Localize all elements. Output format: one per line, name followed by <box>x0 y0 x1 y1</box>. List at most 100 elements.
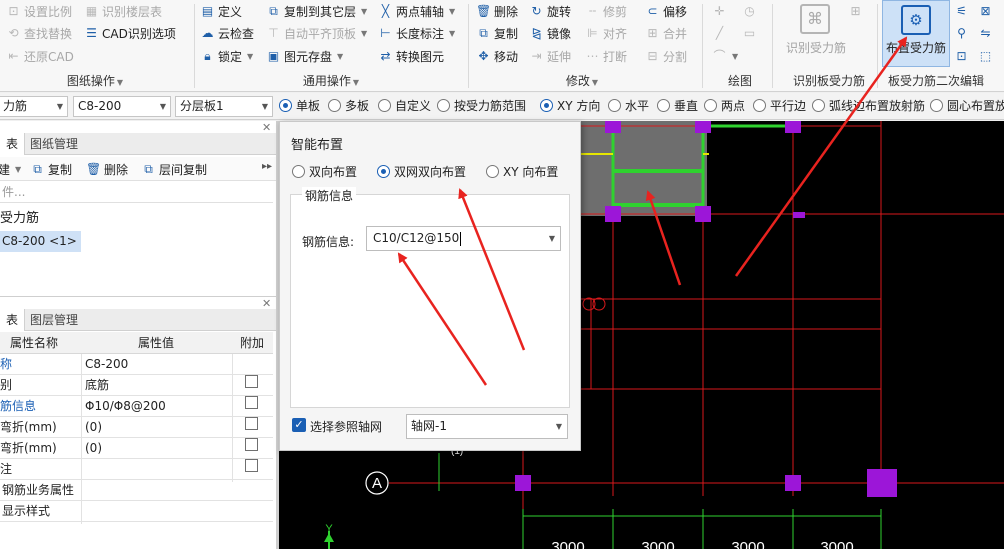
tab-drawing-management[interactable]: 图纸管理 <box>24 133 84 155</box>
option-xy-direction[interactable]: XY 向布置 <box>486 163 558 180</box>
radio-arc-edge-radial[interactable]: 弧线边布置放射筋 <box>812 97 925 114</box>
attach-checkbox[interactable] <box>245 417 258 430</box>
component-search-input[interactable]: 件... <box>0 182 273 203</box>
set-scale-button[interactable]: ⊡ 设置比例 <box>6 1 72 21</box>
close-icon[interactable]: ✕ <box>262 297 271 310</box>
radio-parallel-edge[interactable]: 平行边 <box>753 97 806 114</box>
axis-grid-select[interactable]: 轴网-1 ▼ <box>406 414 568 439</box>
radio-two-points[interactable]: 两点 <box>704 97 745 114</box>
group-label-drawing-ops[interactable]: 图纸操作 ▼ <box>60 72 130 89</box>
property-value[interactable]: C8-200 <box>85 354 128 374</box>
tree-item-selected[interactable]: C8-200 <1> <box>0 231 81 252</box>
rebar-info-input[interactable]: C10/C12@150 ▼ <box>366 226 561 251</box>
radio-rebar-range[interactable]: 按受力筋范围 <box>437 97 526 114</box>
attach-checkbox[interactable] <box>245 459 258 472</box>
radio-vertical[interactable]: 垂直 <box>657 97 698 114</box>
convert-icon: ⇄ <box>380 48 391 63</box>
chevron-down-icon[interactable]: ▼ <box>549 227 555 250</box>
property-row[interactable]: 钢筋业务属性 <box>0 480 273 501</box>
select-rebar-button[interactable]: ⬚ <box>978 46 993 66</box>
property-value[interactable]: Φ10/Φ8@200 <box>85 396 166 416</box>
group-label-common-ops[interactable]: 通用操作 ▼ <box>296 72 366 89</box>
trim-button[interactable]: ╌ 修剪 <box>585 1 627 21</box>
option-double-mesh-two-way[interactable]: 双网双向布置 <box>377 163 466 180</box>
rotate-button[interactable]: ↻ 旋转 <box>529 1 571 21</box>
ucs-y-label: Y <box>325 523 333 535</box>
radio-center-radial[interactable]: 圆心布置放 <box>930 97 1004 114</box>
split-button[interactable]: ⊟ 分割 <box>645 46 687 66</box>
property-value[interactable]: (0) <box>85 417 102 437</box>
restore-cad-button[interactable]: ⇤ 还原CAD <box>6 46 73 66</box>
radio-multi-board[interactable]: 多板 <box>328 97 369 114</box>
group-label-draw: 绘图 <box>727 74 752 88</box>
auto-align-top-button[interactable]: ⊤ 自动平齐顶板 ▼ <box>266 23 367 43</box>
radio-custom[interactable]: 自定义 <box>378 97 431 114</box>
dimension-label: 3000 <box>551 539 584 549</box>
recognize-extra-button[interactable]: ⊞ <box>848 1 863 21</box>
radio-dot <box>486 165 499 178</box>
axis-reference-checkbox[interactable]: ✓ <box>292 418 306 432</box>
new-component-button[interactable]: 建 ▼ <box>0 159 21 179</box>
place-rebar-button[interactable]: ⚙ 布置受力筋 <box>882 0 950 67</box>
copy-button[interactable]: ⧉ 复制 <box>476 23 518 43</box>
length-dimension-button[interactable]: ⊢ 长度标注 ▼ <box>378 23 455 43</box>
move-button[interactable]: ✥ 移动 <box>476 46 518 66</box>
draw-arc-button[interactable]: ⌒ ▼ <box>712 46 738 66</box>
radio-xy-direction[interactable]: XY 方向 <box>540 97 600 114</box>
cad-recognize-options-button[interactable]: ☰ CAD识别选项 <box>84 23 176 43</box>
property-row[interactable]: 显示样式 <box>0 501 273 522</box>
more-arrow-icon[interactable]: ▸▸ <box>262 161 272 172</box>
move-icon: ✥ <box>478 48 489 63</box>
view-rebar-button[interactable]: ⊠ <box>978 1 993 21</box>
dimension-label: 3000 <box>820 539 853 549</box>
property-table-header: 属性名称 属性值 附加 <box>0 332 273 354</box>
copy-component-button[interactable]: ⧉ 复制 <box>30 159 72 179</box>
radio-horizontal[interactable]: 水平 <box>608 97 649 114</box>
rebar-spec-select[interactable]: C8-200 ▼ <box>73 96 171 117</box>
two-point-aux-axis-button[interactable]: ╳ 两点辅轴 ▼ <box>378 1 455 21</box>
copy-to-other-floor-button[interactable]: ⧉ 复制到其它层 ▼ <box>266 1 367 21</box>
attach-checkbox[interactable] <box>245 438 258 451</box>
property-value[interactable]: 底筋 <box>85 375 109 395</box>
recognize-rebar-button[interactable]: ⌘ 识别受力筋 <box>784 2 848 58</box>
mirror-button[interactable]: ⧎ 镜像 <box>529 23 571 43</box>
draw-line-button[interactable]: ╱ <box>712 23 727 43</box>
option-two-way[interactable]: 双向布置 <box>292 163 357 180</box>
edit-rebar-button[interactable]: ⚟ <box>954 1 969 21</box>
align-button[interactable]: ⊫ 对齐 <box>585 23 627 43</box>
draw-rect-button[interactable]: ▭ <box>742 23 757 43</box>
draw-circle-button[interactable]: ◷ <box>742 1 757 21</box>
property-value[interactable]: (0) <box>85 438 102 458</box>
tree-root-item[interactable]: 受力筋 <box>0 207 39 226</box>
merge-button[interactable]: ⊞ 合并 <box>645 23 687 43</box>
tab-component-list[interactable]: 表 <box>0 133 26 155</box>
query-rebar-button[interactable]: ⚲ <box>954 23 969 43</box>
copy-between-floors-button[interactable]: ⧉ 层间复制 <box>141 159 207 179</box>
define-button[interactable]: ▤ 定义 <box>200 1 242 21</box>
layer-select[interactable]: 分层板1 ▼ <box>175 96 273 117</box>
exchange-rebar-button[interactable]: ⇋ <box>978 23 993 43</box>
rectangle-icon: ▭ <box>743 25 756 40</box>
draw-point-button[interactable]: ✛ <box>712 1 727 21</box>
delete-component-button[interactable]: 🗑︎ 删除 <box>86 159 128 179</box>
layout-rebar-button[interactable]: ⊡ <box>954 46 969 66</box>
lock-button[interactable]: 🔒︎ 锁定 ▼ <box>200 46 253 66</box>
break-button[interactable]: ⋯ 打断 <box>585 46 628 66</box>
recognize-floor-table-button[interactable]: ▦ 识别楼层表 <box>84 1 162 21</box>
radio-single-board[interactable]: 单板 <box>279 97 320 114</box>
cloud-check-button[interactable]: ☁ 云检查 <box>200 23 255 43</box>
close-icon[interactable]: ✕ <box>262 121 271 134</box>
attach-checkbox[interactable] <box>245 396 258 409</box>
convert-element-button[interactable]: ⇄ 转换图元 <box>378 46 444 66</box>
find-replace-button[interactable]: ⟲ 查找替换 <box>6 23 72 43</box>
tab-property-list[interactable]: 表 <box>0 309 26 331</box>
save-element-button[interactable]: ▣ 图元存盘 ▼ <box>266 46 343 66</box>
tab-layer-management[interactable]: 图层管理 <box>24 309 84 331</box>
delete-button[interactable]: 🗑︎ 删除 <box>476 1 518 21</box>
radio-dot <box>657 99 670 112</box>
rebar-type-select[interactable]: 力筋 ▼ <box>0 96 68 117</box>
offset-button[interactable]: ⊂ 偏移 <box>645 1 687 21</box>
attach-checkbox[interactable] <box>245 375 258 388</box>
group-label-modify[interactable]: 修改 ▼ <box>552 72 612 89</box>
extend-button[interactable]: ⇥ 延伸 <box>529 46 571 66</box>
